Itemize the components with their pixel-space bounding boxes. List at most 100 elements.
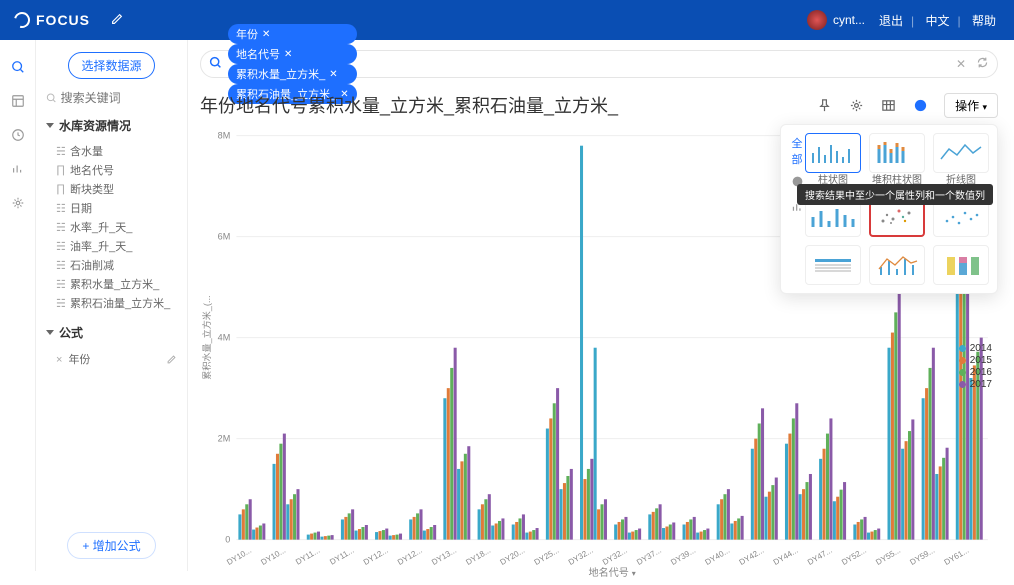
field-item[interactable]: ☵水率_升_天_ [56,219,177,235]
app-header: FOCUS cynt... 退出| 中文| 帮助 [0,0,1014,40]
svg-text:DY11...: DY11... [294,546,321,567]
svg-text:DY32...: DY32... [567,546,595,567]
svg-text:DY32...: DY32... [601,546,629,567]
section-reservoir[interactable]: 水库资源情况 [46,117,177,134]
chart-thumb[interactable]: 折线图 [933,133,989,173]
chart-type-icon[interactable] [910,95,930,115]
svg-text:DY10...: DY10... [259,546,287,567]
ops-button[interactable]: 操作 ▾ [944,93,998,118]
chart-title: 年份地名代号累积水量_立方米_累积石油量_立方米_ [200,92,618,118]
clear-icon[interactable]: ✕ [956,57,966,71]
add-formula-button[interactable]: + 增加公式 [67,532,155,559]
sidebar-search-input[interactable] [61,91,177,105]
table-icon[interactable] [878,95,898,115]
lang-link[interactable]: 中文 [926,14,950,28]
field-item[interactable]: ☵累积水量_立方米_ [56,276,177,292]
edit-icon[interactable] [110,12,124,29]
svg-text:DY44...: DY44... [772,546,800,567]
rail-chart-icon[interactable] [9,160,27,178]
field-item[interactable]: ☵累积石油量_立方米_ [56,295,177,311]
choose-source-button[interactable]: 选择数据源 [68,52,154,79]
legend-item[interactable]: 2016 [959,367,992,378]
body: 选择数据源 水库资源情况 ☵含水量 ∏地名代号 ∏断块类型 ☷日期 ☵水率_升_天_ ☵油… [0,40,1014,571]
svg-text:DY39...: DY39... [669,546,697,567]
gear-icon[interactable] [846,95,866,115]
chart-thumb[interactable] [805,245,861,285]
chart-thumb[interactable] [869,245,925,285]
svg-text:DY52...: DY52... [840,546,868,567]
formula-chip[interactable]: ×年份 [56,351,177,367]
help-link[interactable]: 帮助 [972,14,996,28]
logout-link[interactable]: 退出 [879,14,903,28]
field-type-icon: ☵ [56,145,70,158]
svg-text:DY61...: DY61... [943,546,971,567]
user-name[interactable]: cynt... [833,13,865,27]
svg-text:6M: 6M [218,232,231,242]
field-type-icon: ∏ [56,183,70,195]
chart-thumb[interactable]: 堆积柱状图 [869,133,925,173]
svg-text:累积水量_立方米_(...: 累积水量_立方米_(... [201,296,212,380]
field-item[interactable]: ☵含水量 [56,143,177,159]
nav-rail [0,40,36,571]
field-item[interactable]: ∏断块类型 [56,181,177,197]
edit-icon[interactable] [166,354,177,365]
field-item[interactable]: ☵石油削减 [56,257,177,273]
rail-search-icon[interactable] [9,58,27,76]
svg-text:DY12...: DY12... [396,546,424,567]
field-type-icon: ☵ [56,278,70,291]
brand-text: FOCUS [36,12,90,28]
chevron-down-icon [46,330,54,335]
chart-thumb[interactable]: 柱状图 [805,133,861,173]
svg-text:DY12...: DY12... [362,546,390,567]
legend-item[interactable]: 2015 [959,355,992,366]
svg-text:0: 0 [225,535,230,545]
query-pill[interactable]: 累积水量_立方米_✕ [228,64,357,84]
sidebar-search[interactable] [46,91,177,105]
svg-text:4M: 4M [218,333,231,343]
pin-icon[interactable] [814,95,834,115]
rail-clock-icon[interactable] [9,126,27,144]
field-item[interactable]: ☵油率_升_天_ [56,238,177,254]
svg-text:DY55...: DY55... [874,546,902,567]
field-type-icon: ☵ [56,221,70,234]
query-pill[interactable]: 地名代号✕ [228,44,357,64]
chart-thumb[interactable] [933,245,989,285]
svg-text:2M: 2M [218,434,231,444]
query-pill[interactable]: 年份✕ [228,24,357,44]
avatar[interactable] [807,10,827,30]
field-item[interactable]: ∏地名代号 [56,162,177,178]
brand: FOCUS [14,12,90,28]
search-icon[interactable] [209,56,222,72]
svg-text:DY37...: DY37... [635,546,663,567]
svg-text:8M: 8M [218,131,231,141]
rail-gear-icon[interactable] [9,194,27,212]
field-type-icon: ☷ [56,202,70,215]
refresh-icon[interactable] [976,56,989,72]
svg-text:DY20...: DY20... [499,546,527,567]
field-item[interactable]: ☷日期 [56,200,177,216]
svg-text:DY18...: DY18... [464,546,492,567]
remove-icon[interactable]: ✕ [262,29,270,40]
section-formula[interactable]: 公式 [46,324,177,341]
legend-item[interactable]: 2017 [959,379,992,390]
svg-text:DY59...: DY59... [908,546,936,567]
popover-all-tab[interactable]: 全部 [789,135,805,167]
svg-text:DY40...: DY40... [703,546,731,567]
popover-tooltip: 搜索结果中至少一个属性列和一个数值列 [797,184,993,205]
field-type-icon: ∏ [56,164,70,176]
remove-icon[interactable]: ✕ [284,49,292,60]
legend-item[interactable]: 2014 [959,343,992,354]
svg-text:DY11...: DY11... [328,546,355,567]
svg-text:DY10...: DY10... [225,546,253,567]
field-type-icon: ☵ [56,259,70,272]
svg-text:DY13...: DY13... [430,546,458,567]
chart-type-popover: 全部 柱状图堆积柱状图折线图 搜索结果中至少一个属性列和一个数值列 [780,124,998,294]
remove-icon[interactable]: ✕ [329,69,337,80]
header-links: 退出| 中文| 帮助 [875,12,1000,29]
main: 年份✕地名代号✕累积水量_立方米_✕累积石油量_立方米_✕ ✕ 年份地名代号累积… [188,40,1014,571]
svg-text:地名代号 ▾: 地名代号 ▾ [589,566,636,579]
rail-board-icon[interactable] [9,92,27,110]
svg-text:DY47...: DY47... [806,546,834,567]
search-pillbar[interactable]: 年份✕地名代号✕累积水量_立方米_✕累积石油量_立方米_✕ ✕ [200,50,998,78]
chevron-down-icon [46,123,54,128]
